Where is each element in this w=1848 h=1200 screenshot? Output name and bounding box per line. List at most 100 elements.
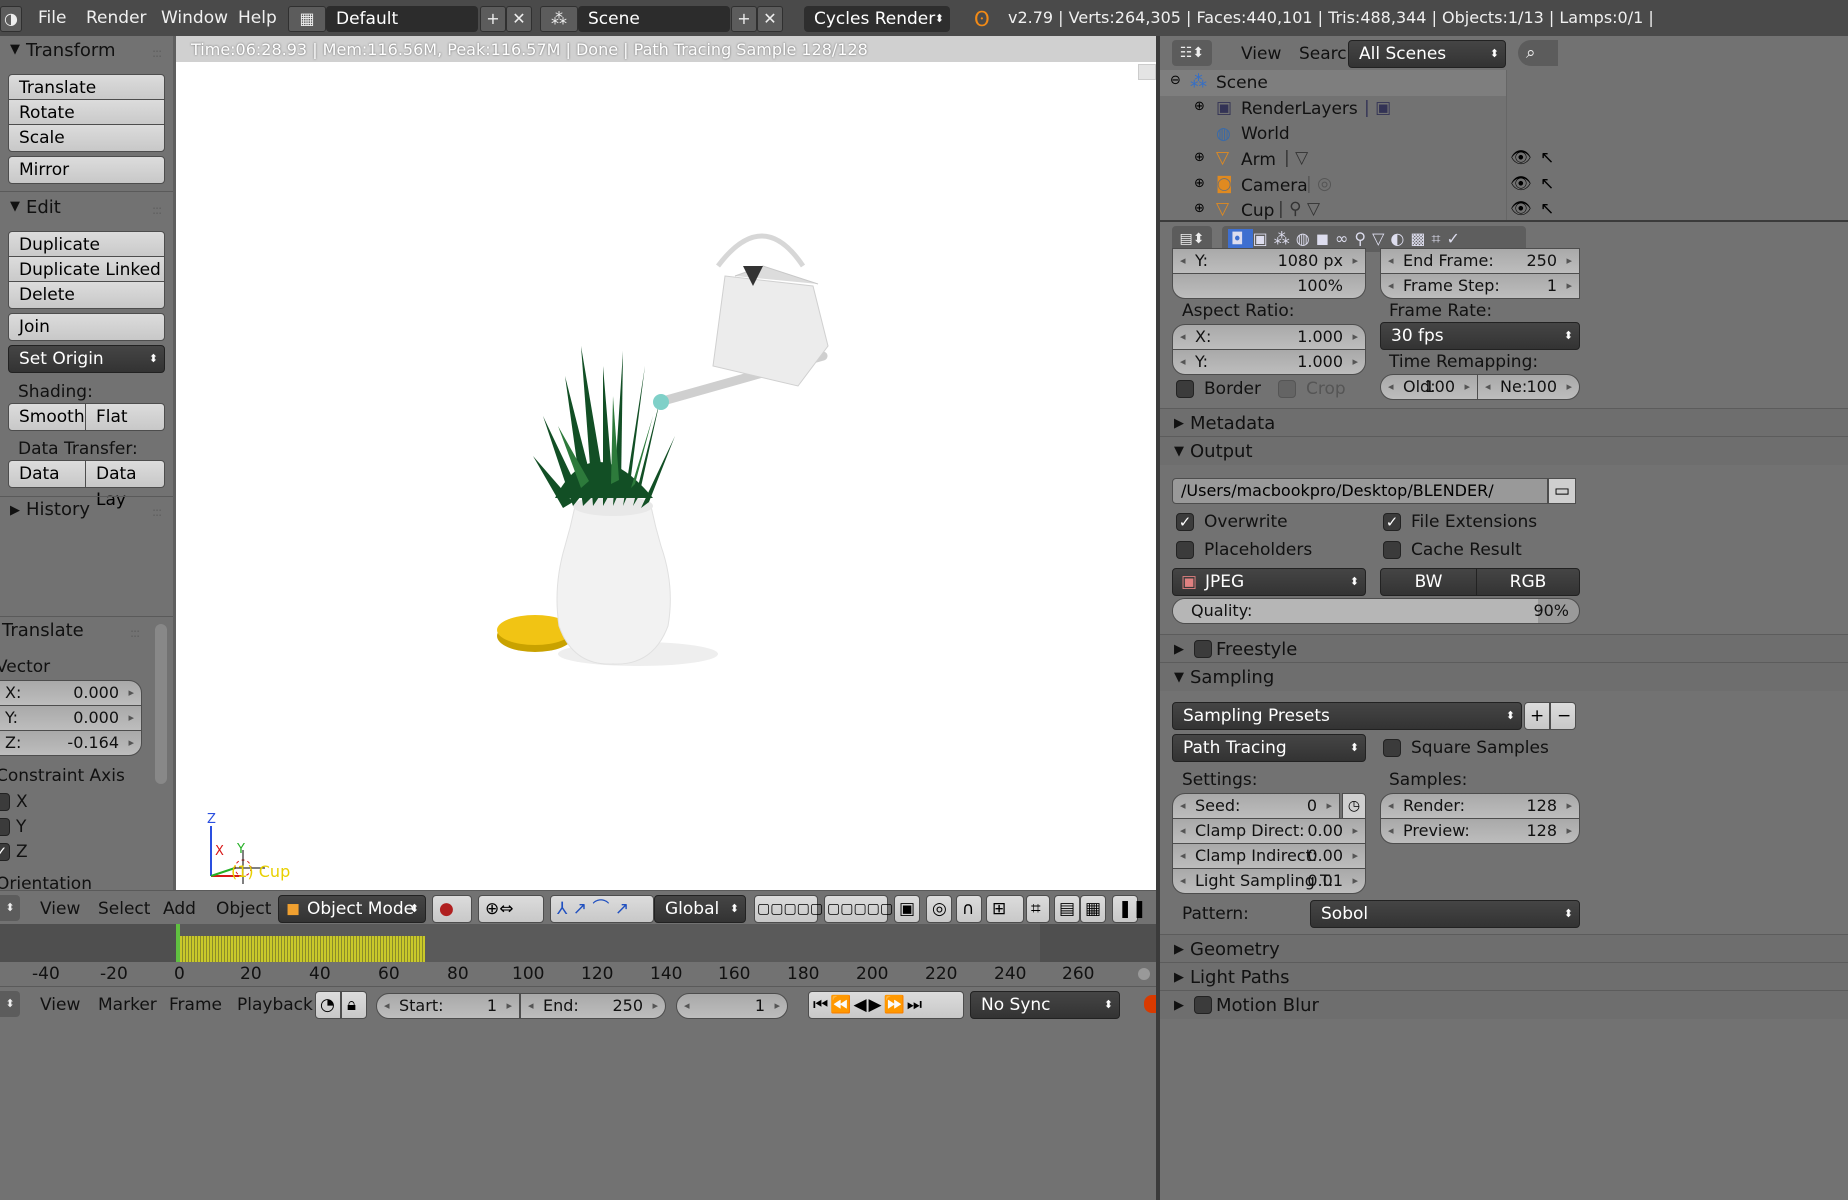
arrow-right-icon[interactable]: ▸ — [1566, 794, 1572, 818]
frame-step-field[interactable]: ◂ Frame Step: 1 ▸ — [1380, 273, 1580, 299]
viewport-3d[interactable]: Time:06:28.93 | Mem:116.56M, Peak:116.57… — [173, 36, 1156, 890]
set-origin-dropdown[interactable]: Set Origin ⬍ — [8, 345, 165, 373]
arrow-left-icon[interactable]: ◂ — [684, 994, 690, 1018]
editor-type-button[interactable]: ◑ — [0, 6, 22, 32]
menu-object[interactable]: Object — [216, 899, 271, 919]
arrow-right-icon[interactable]: ▸ — [506, 994, 512, 1018]
operator-scrollbar[interactable] — [155, 624, 167, 784]
expand-icon[interactable]: ⊕ — [1194, 201, 1205, 216]
render-tab-icon[interactable]: ◘ — [1228, 229, 1253, 248]
start-frame-field[interactable]: ◂ Start: 1 ▸ — [376, 993, 520, 1019]
output-panel-header[interactable] — [1160, 436, 1848, 465]
drag-grip-icon[interactable]: ::: — [152, 505, 162, 519]
freestyle-panel-title[interactable]: Freestyle — [1216, 639, 1297, 660]
arrow-left-icon[interactable]: ◂ — [1180, 819, 1186, 843]
folder-icon[interactable]: ▭ — [1548, 478, 1576, 504]
border-checkbox[interactable] — [1176, 380, 1194, 398]
overwrite-checkbox[interactable]: ✓ — [1176, 513, 1194, 531]
add-layout-icon[interactable]: + — [480, 6, 506, 32]
arrow-left-icon[interactable]: ◂ — [1180, 325, 1186, 349]
duplicate-button[interactable]: Duplicate — [8, 231, 165, 259]
crop-checkbox[interactable] — [1278, 380, 1296, 398]
arrow-right-icon[interactable]: ▸ — [1566, 819, 1572, 843]
expand-triangle-icon[interactable]: ▶ — [1174, 998, 1184, 1013]
time-remap-new-field[interactable]: ◂ Ne: 100 ▸ — [1477, 374, 1580, 400]
preview-samples-field[interactable]: ◂ Preview: 128 ▸ — [1380, 818, 1580, 844]
menu-view[interactable]: View — [1241, 44, 1281, 64]
arrow-left-icon[interactable]: ◂ — [1388, 249, 1394, 273]
smooth-button[interactable]: Smooth — [8, 403, 86, 431]
menu-file[interactable]: File — [38, 8, 66, 28]
arrow-left-icon[interactable]: ◂ — [1180, 794, 1186, 818]
pause-icon[interactable]: ❚❚ — [1112, 895, 1147, 923]
sync-mode-dropdown[interactable]: No Sync ⬍ — [970, 991, 1120, 1019]
seed-field[interactable]: ◂ Seed: 0 ▸ — [1172, 793, 1340, 819]
menu-render[interactable]: Render — [86, 8, 147, 28]
menu-select[interactable]: Select — [98, 899, 150, 919]
remove-scene-icon[interactable]: ✕ — [757, 6, 783, 32]
expand-icon[interactable]: ⊕ — [1194, 99, 1205, 114]
menu-playback[interactable]: Playback — [237, 995, 313, 1015]
constraint-y-checkbox[interactable] — [0, 818, 10, 836]
timeline[interactable]: -40 -20 0 20 40 60 80 100 120 140 160 18… — [0, 924, 1156, 986]
constraint-z-checkbox[interactable]: ✓ — [0, 843, 10, 861]
aspect-x-field[interactable]: ◂ X: 1.000 ▸ — [1172, 324, 1366, 350]
arrow-right-icon[interactable]: ▸ — [1352, 350, 1358, 374]
editor-type-button[interactable]: ⬍ — [0, 895, 20, 921]
arrow-right-icon[interactable]: ▸ — [1352, 249, 1358, 273]
collapse-triangle-icon[interactable]: ▼ — [10, 199, 20, 214]
expand-triangle-icon[interactable]: ▶ — [10, 503, 20, 518]
arrow-right-icon[interactable]: ▸ — [1326, 794, 1332, 818]
clamp-direct-field[interactable]: ◂ Clamp Direct: 0.00 ▸ — [1172, 818, 1366, 844]
aspect-y-field[interactable]: ◂ Y: 1.000 ▸ — [1172, 349, 1366, 375]
light-sampling-threshold-field[interactable]: ◂ Light Sampling T: 0.01 ▸ — [1172, 868, 1366, 894]
arrow-left-icon[interactable]: ◂ — [1180, 869, 1186, 893]
selectable-cursor-icon[interactable]: ↖ — [1540, 148, 1554, 168]
auto-key-icon[interactable]: ◔ — [315, 991, 341, 1019]
rotate-button[interactable]: Rotate — [8, 99, 165, 127]
expand-icon[interactable]: ⊕ — [1194, 150, 1205, 165]
output-panel-title[interactable]: Output — [1190, 441, 1253, 462]
motion-blur-checkbox[interactable] — [1194, 996, 1212, 1014]
arrow-right-icon[interactable]: ▸ — [1352, 869, 1358, 893]
outliner-item-arm[interactable]: Arm — [1241, 150, 1276, 170]
file-format-dropdown[interactable]: ▣ JPEG ⬍ — [1172, 568, 1366, 596]
arrow-left-icon[interactable]: ◂ — [1485, 375, 1491, 399]
color-rgb-button[interactable]: RGB — [1476, 568, 1580, 596]
expand-triangle-icon[interactable]: ▶ — [1174, 970, 1184, 985]
sampling-panel-title[interactable]: Sampling — [1190, 667, 1274, 688]
join-button[interactable]: Join — [8, 313, 165, 341]
arrow-right-icon[interactable]: ▸ — [1464, 375, 1470, 399]
clamp-indirect-field[interactable]: ◂ Clamp Indirect: 0.00 ▸ — [1172, 843, 1366, 869]
light-paths-panel-title[interactable]: Light Paths — [1190, 967, 1290, 988]
scene-selector-icon[interactable]: ⁂ — [540, 6, 578, 32]
editor-type-button[interactable]: ⬍ — [0, 991, 20, 1017]
arrow-left-icon[interactable]: ◂ — [1180, 350, 1186, 374]
outliner-item-scene[interactable]: Scene — [1216, 73, 1268, 93]
color-bw-button[interactable]: BW — [1380, 568, 1477, 596]
current-frame-field[interactable]: ◂ 1 ▸ — [676, 993, 788, 1019]
menu-frame[interactable]: Frame — [169, 995, 222, 1015]
visibility-eye-icon[interactable]: 👁︎ — [1510, 199, 1532, 219]
delete-button[interactable]: Delete — [8, 281, 165, 309]
lock-layers-icon[interactable]: ▣ — [894, 895, 920, 923]
render-samples-field[interactable]: ◂ Render: 128 ▸ — [1380, 793, 1580, 819]
layout-selector-icon[interactable]: ▦ — [288, 6, 326, 32]
selectable-cursor-icon[interactable]: ↖ — [1540, 174, 1554, 194]
render-engine-dropdown[interactable]: Cycles Render ⬍ — [804, 6, 950, 32]
expand-icon[interactable]: ⊕ — [1194, 176, 1205, 191]
expand-triangle-icon[interactable]: ▶ — [1174, 642, 1184, 657]
visibility-eye-icon[interactable]: 👁︎ — [1510, 148, 1532, 168]
resolution-percent-field[interactable]: 100% — [1172, 273, 1366, 299]
arrow-right-icon[interactable]: ▸ — [128, 681, 134, 705]
mode-dropdown[interactable]: ◼ Object Mode ⬍ — [278, 895, 426, 923]
arrow-left-icon[interactable]: ◂ — [1180, 249, 1186, 273]
arrow-left-icon[interactable]: ◂ — [1180, 844, 1186, 868]
timeline-scroll-handle[interactable] — [1138, 968, 1150, 980]
vector-y-field[interactable]: Y: 0.000 ▸ — [0, 705, 142, 731]
arrow-right-icon[interactable]: ▸ — [774, 994, 780, 1018]
placeholders-checkbox[interactable] — [1176, 541, 1194, 559]
end-frame-field[interactable]: ◂ End: 250 ▸ — [520, 993, 666, 1019]
transform-orientation-dropdown[interactable]: Global ⬍ — [654, 895, 746, 923]
arrow-left-icon[interactable]: ◂ — [1388, 819, 1394, 843]
